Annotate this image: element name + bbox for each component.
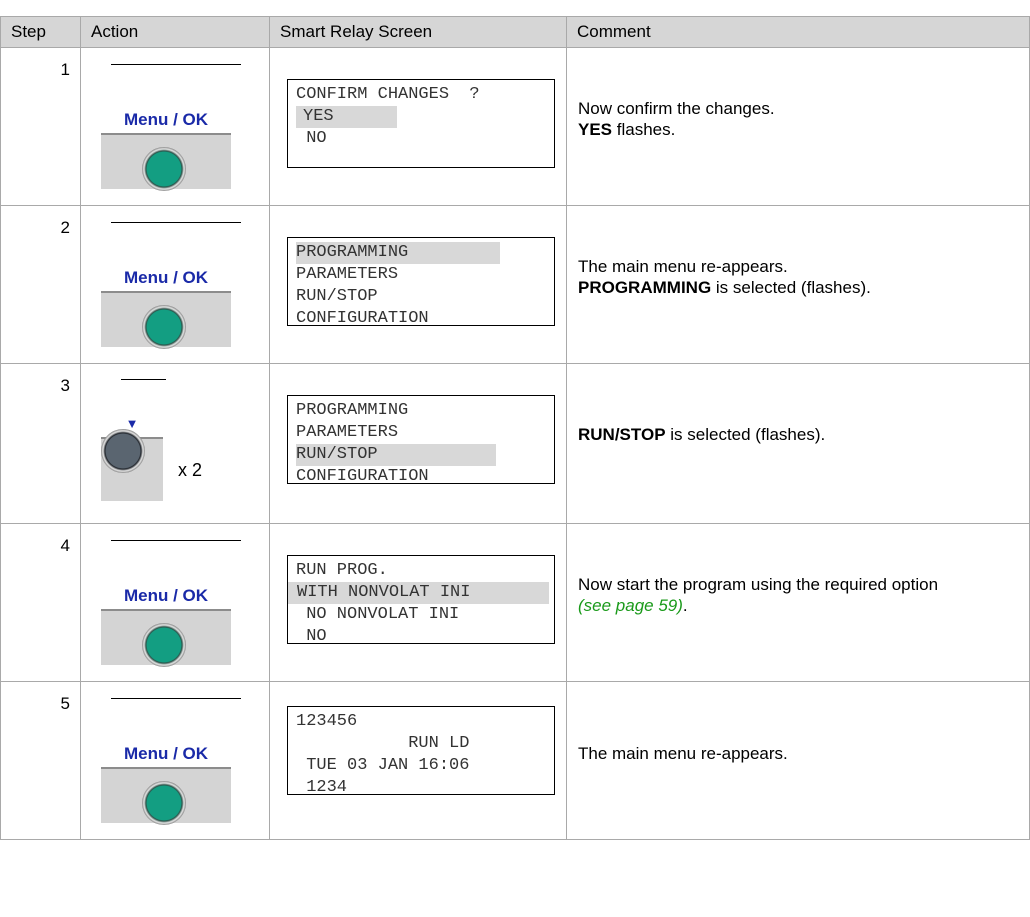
comment-text: is selected (flashes).	[665, 425, 826, 444]
divider	[111, 222, 241, 223]
lcd-line: PROGRAMMING	[296, 401, 409, 420]
comment-text: Now confirm the changes.	[578, 99, 775, 118]
comment-cell: Now start the program using the required…	[566, 523, 1030, 682]
page-link[interactable]: (see page 59)	[578, 596, 683, 615]
table-header-row: Step Action Smart Relay Screen Comment	[0, 16, 1030, 48]
down-key: ▼	[101, 411, 163, 501]
relay-lcd: PROGRAMMING PARAMETERS RUN/STOP CONFIGUR…	[287, 237, 555, 328]
table-row: 5 Menu / OK 123456 RUN LD TUE 03 JAN 16:…	[0, 681, 1030, 840]
lcd-highlight: RUN/STOP	[296, 444, 496, 466]
comment-cell: The main menu re-appears. PROGRAMMING is…	[566, 205, 1030, 364]
table-row: 3 ▼ x 2 PROGRAMMING PARAMETERS RUN/STOP …	[0, 363, 1030, 524]
lcd-line: PARAMETERS	[296, 265, 399, 284]
green-button-icon	[142, 305, 186, 349]
divider	[121, 379, 166, 380]
header-action: Action	[80, 16, 270, 48]
lcd-line	[296, 150, 546, 172]
lcd-line: NO	[296, 627, 327, 646]
lcd-highlight: PROGRAMMING	[296, 242, 500, 264]
comment-text: The main menu re-appears.	[578, 257, 788, 276]
lcd-line: PROGRAMMING	[296, 242, 546, 264]
green-button-icon	[142, 147, 186, 191]
lcd-line: NO	[296, 129, 327, 148]
header-screen: Smart Relay Screen	[269, 16, 567, 48]
menu-ok-key: Menu / OK	[101, 737, 231, 825]
green-button-icon	[142, 781, 186, 825]
lcd-line: CONFIGURATION	[296, 309, 429, 328]
key-label: Menu / OK	[101, 737, 231, 769]
action-cell: ▼ x 2	[80, 363, 270, 524]
header-step: Step	[0, 16, 81, 48]
step-number: 1	[0, 47, 81, 206]
comment-text: Now start the program using the required…	[578, 575, 939, 594]
step-number: 5	[0, 681, 81, 840]
divider	[111, 64, 241, 65]
menu-ok-key: Menu / OK	[101, 103, 231, 191]
screen-cell: PROGRAMMING PARAMETERS RUN/STOP CONFIGUR…	[269, 363, 567, 524]
table-row: 2 Menu / OK PROGRAMMING PARAMETERS RUN/S…	[0, 205, 1030, 364]
relay-lcd: PROGRAMMING PARAMETERS RUN/STOP CONFIGUR…	[287, 395, 555, 486]
relay-lcd: 123456 RUN LD TUE 03 JAN 16:06 1234	[287, 706, 555, 797]
relay-lcd: RUN PROG. WITH NONVOLAT INI NO NONVOLAT …	[287, 555, 555, 646]
action-cell: Menu / OK	[80, 47, 270, 206]
table-row: 1 Menu / OK CONFIRM CHANGES ? YES NO Now…	[0, 47, 1030, 206]
screen-cell: CONFIRM CHANGES ? YES NO	[269, 47, 567, 206]
comment-text: is selected (flashes).	[711, 278, 871, 297]
lcd-line: TUE 03 JAN 16:06	[296, 756, 470, 775]
screen-cell: RUN PROG. WITH NONVOLAT INI NO NONVOLAT …	[269, 523, 567, 682]
step-number: 3	[0, 363, 81, 524]
lcd-line: PARAMETERS	[296, 423, 399, 442]
procedure-table: Step Action Smart Relay Screen Comment 1…	[0, 16, 1030, 840]
screen-cell: PROGRAMMING PARAMETERS RUN/STOP CONFIGUR…	[269, 205, 567, 364]
lcd-line: NO NONVOLAT INI	[296, 605, 460, 624]
comment-text: .	[682, 596, 688, 615]
comment-cell: Now confirm the changes. YES flashes.	[566, 47, 1030, 206]
screen-cell: 123456 RUN LD TUE 03 JAN 16:06 1234	[269, 681, 567, 840]
key-label: Menu / OK	[101, 579, 231, 611]
comment-text: The main menu re-appears.	[578, 744, 788, 763]
table-row: 4 Menu / OK RUN PROG. WITH NONVOLAT INI …	[0, 523, 1030, 682]
step-number: 2	[0, 205, 81, 364]
lcd-line: 1234	[296, 778, 348, 797]
lcd-highlight: YES	[296, 106, 397, 128]
press-count: x 2	[178, 460, 203, 480]
lcd-line: RUN/STOP	[296, 444, 546, 466]
lcd-line: YES	[296, 106, 546, 128]
lcd-line: RUN PROG.	[296, 561, 388, 580]
comment-cell: RUN/STOP is selected (flashes).	[566, 363, 1030, 524]
grey-button-icon	[101, 429, 145, 473]
green-button-icon	[142, 623, 186, 667]
action-cell: Menu / OK	[80, 681, 270, 840]
lcd-line: RUN LD	[296, 734, 470, 753]
lcd-line: CONFIGURATION	[296, 467, 429, 486]
comment-cell: The main menu re-appears.	[566, 681, 1030, 840]
lcd-line: CONFIRM CHANGES ?	[296, 85, 480, 104]
key-label: Menu / OK	[101, 261, 231, 293]
relay-lcd: CONFIRM CHANGES ? YES NO	[287, 79, 555, 168]
comment-bold: RUN/STOP	[578, 425, 666, 444]
divider	[111, 698, 241, 699]
divider	[111, 540, 241, 541]
lcd-highlight: WITH NONVOLAT INI	[288, 582, 549, 604]
step-number: 4	[0, 523, 81, 682]
lcd-line: WITH NONVOLAT INI	[288, 582, 549, 604]
comment-bold: YES	[578, 120, 613, 139]
menu-ok-key: Menu / OK	[101, 261, 231, 349]
lcd-line: 123456	[296, 712, 358, 731]
comment-bold: PROGRAMMING	[578, 278, 712, 297]
lcd-line: RUN/STOP	[296, 287, 378, 306]
action-cell: Menu / OK	[80, 205, 270, 364]
key-label: Menu / OK	[101, 103, 231, 135]
action-cell: Menu / OK	[80, 523, 270, 682]
comment-text: flashes.	[612, 120, 676, 139]
header-comment: Comment	[566, 16, 1030, 48]
menu-ok-key: Menu / OK	[101, 579, 231, 667]
